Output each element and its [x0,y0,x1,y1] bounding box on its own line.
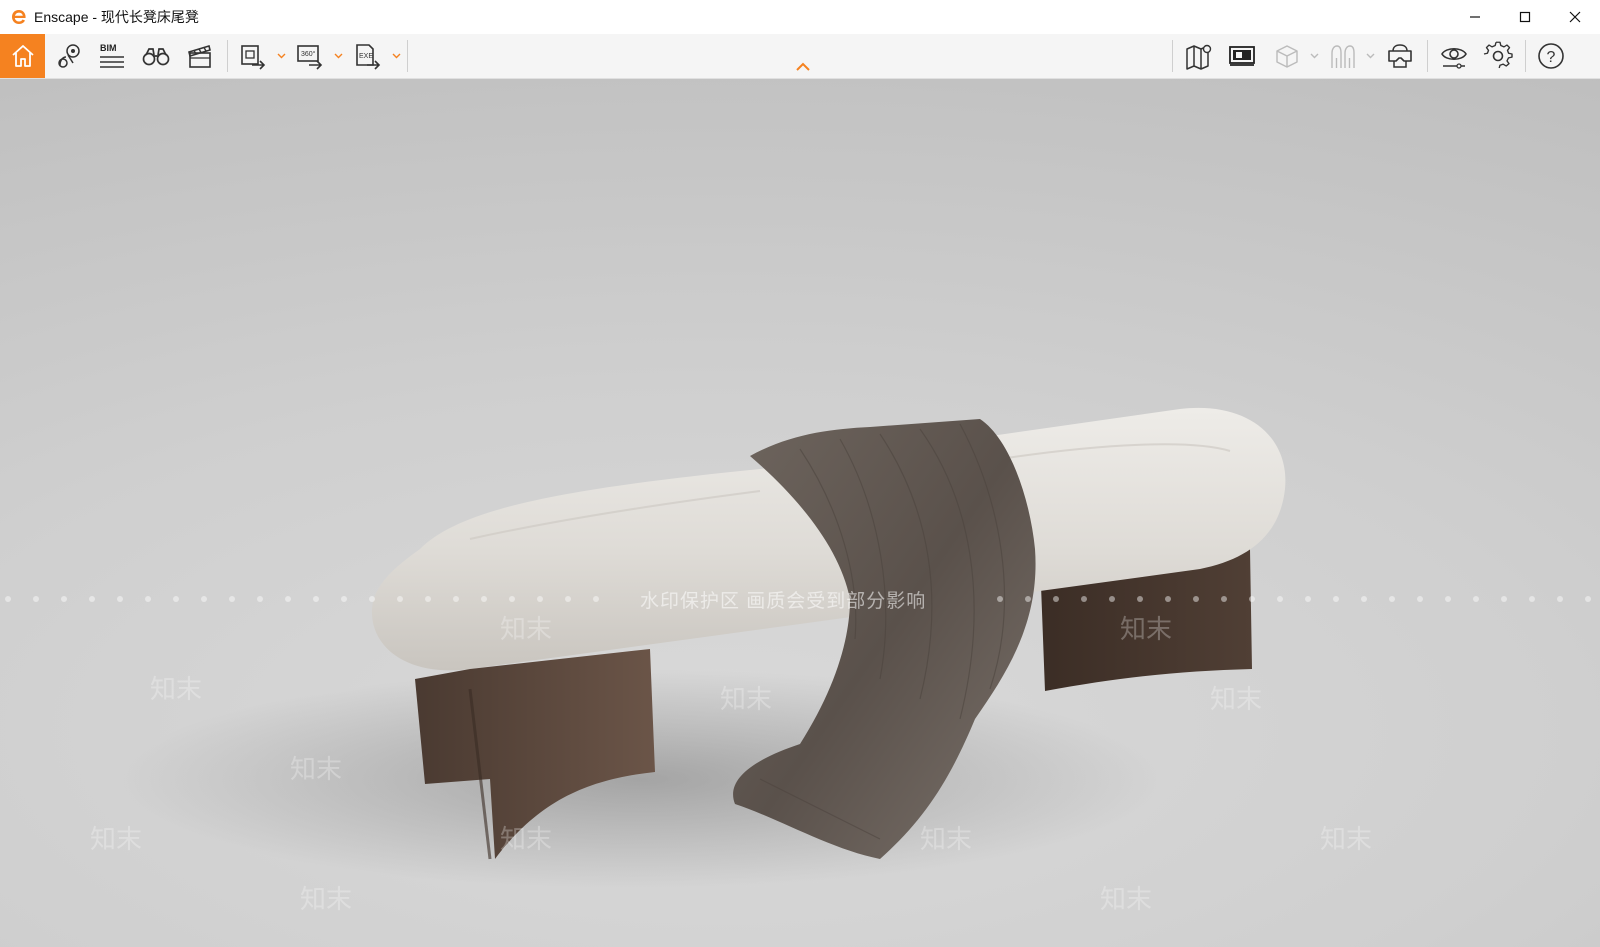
location-pin-icon [58,44,80,68]
cube-button[interactable] [1270,34,1304,78]
minimize-button[interactable] [1450,0,1500,34]
bim-button[interactable]: BIM [95,34,129,78]
views-button[interactable] [52,34,86,78]
settings-button[interactable] [1480,34,1516,78]
maximize-button[interactable] [1500,0,1550,34]
panorama-dropdown[interactable] [332,34,344,78]
panorama-360-icon: 360° [297,45,323,70]
title-bar: Enscape - 现代长凳床尾凳 [0,0,1600,34]
window-controls [1450,0,1600,34]
export-dropdown[interactable] [390,34,402,78]
people-dropdown[interactable] [1364,34,1376,78]
map-icon [1186,44,1212,70]
map-button[interactable] [1181,34,1217,78]
eye-visual-settings-icon [1441,47,1467,69]
collapse-toolbar-caret-icon[interactable] [795,60,811,72]
bim-icon: BIM [100,43,124,68]
enscape-logo-icon [12,10,26,24]
export-exe-button[interactable]: EXE [351,34,385,78]
panorama-icon-label: 360° [301,50,316,58]
gear-icon [1483,41,1513,69]
toolbar-separator [1172,40,1173,72]
chevron-down-icon [1366,53,1374,59]
screenshot-button[interactable] [236,34,270,78]
chevron-down-icon [277,53,285,59]
binoculars-icon [142,48,170,66]
help-icon: ? [1538,43,1564,69]
watermark-mark: 知末 [300,884,353,914]
watermark-mark: 知末 [1120,614,1173,644]
vr-headset-icon [1388,44,1412,68]
watermark-mark: 知末 [920,824,973,854]
window-title: Enscape - 现代长凳床尾凳 [34,9,199,25]
toolbar-separator [1525,40,1526,72]
watermark-mark: 知末 [1210,684,1263,714]
export-exe-icon: EXE [356,44,381,70]
help-icon-label: ? [1547,49,1556,66]
chevron-down-icon [334,53,342,59]
human-figure-icon [1331,45,1355,68]
enscape-window: Enscape - 现代长凳床尾凳 BIM 360° EXE ? 水印保护区 画… [0,0,1600,947]
render-viewport[interactable]: 水印保护区 画质会受到部分影响 知末 知末 知末 知末 知末 知末 知末 知末 … [0,79,1600,947]
watermark-banner-text: 水印保护区 画质会受到部分影响 [640,591,927,612]
watermark-mark: 知末 [1100,884,1153,914]
minimize-icon [1470,16,1480,18]
monitor-icon [1229,46,1255,66]
chevron-down-icon [392,53,400,59]
main-toolbar: BIM 360° EXE ? [0,34,1600,79]
maximize-icon [1519,11,1531,23]
people-button[interactable] [1326,34,1360,78]
close-icon [1569,11,1581,23]
watermark-mark: 知末 [1320,824,1373,854]
monitor-button[interactable] [1224,34,1260,78]
cube-icon [1276,45,1298,68]
panorama-button[interactable]: 360° [293,34,327,78]
screenshot-dropdown[interactable] [275,34,287,78]
video-editor-button[interactable] [183,34,217,78]
exe-icon-label: EXE [359,53,373,60]
cube-dropdown[interactable] [1308,34,1320,78]
watermark-mark: 知末 [150,674,203,704]
toolbar-separator [227,40,228,72]
toolbar-separator [1427,40,1428,72]
toolbar-separator [407,40,408,72]
close-button[interactable] [1550,0,1600,34]
render-screenshot-icon [241,45,266,70]
watermark-mark: 知末 [500,824,553,854]
watermark-mark: 知末 [290,754,343,784]
watermark-mark: 知末 [720,684,773,714]
chevron-down-icon [1310,53,1318,59]
vr-headset-button[interactable] [1382,34,1418,78]
bim-icon-label: BIM [100,43,117,53]
visual-settings-button[interactable] [1436,34,1472,78]
help-button[interactable]: ? [1533,34,1569,78]
video-editor-icon [188,44,211,68]
watermark-mark: 知末 [500,614,553,644]
walk-mode-button[interactable] [139,34,173,78]
home-button[interactable] [0,34,45,78]
watermark-mark: 知末 [90,824,143,854]
home-icon [11,45,34,67]
scene-render [120,407,1286,889]
